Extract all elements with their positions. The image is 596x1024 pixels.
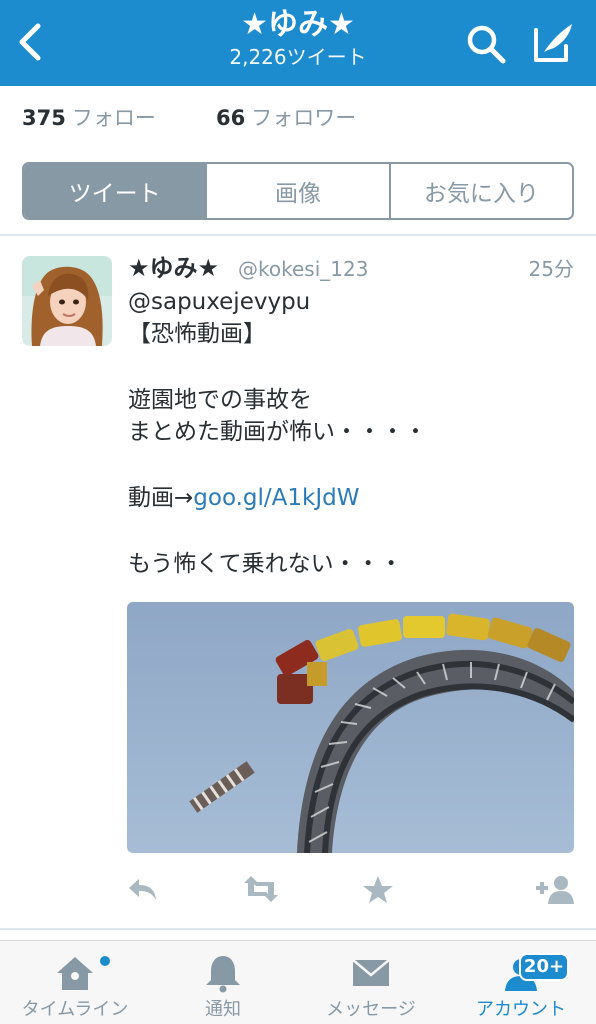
compose-tweet-icon[interactable] bbox=[530, 20, 578, 66]
profile-tabs: ツイート 画像 お気に入り bbox=[22, 162, 574, 220]
notifications-bell-icon bbox=[206, 956, 240, 993]
timeline-new-indicator-dot bbox=[100, 956, 110, 966]
followers-count: 66 bbox=[216, 106, 246, 130]
divider bbox=[0, 928, 596, 930]
following-count: 375 bbox=[22, 106, 66, 130]
divider bbox=[0, 234, 596, 236]
tab-messages-label: メッセージ bbox=[326, 999, 416, 1020]
tweet-timestamp: 25分 bbox=[528, 257, 574, 281]
tweet-author-handle[interactable]: @kokesi_123 bbox=[238, 255, 368, 283]
tweet-link[interactable]: goo.gl/A1kJdW bbox=[193, 485, 359, 511]
retweet-icon[interactable] bbox=[242, 874, 280, 904]
tab-account-label: アカウント bbox=[476, 999, 566, 1020]
tweet-text: @sapuxejevypu 【恐怖動画】 遊園地での事故を まとめた動画が怖い・… bbox=[128, 286, 578, 580]
tweet-line: 【恐怖動画】 bbox=[128, 321, 266, 347]
follow-add-user-icon[interactable] bbox=[534, 874, 574, 904]
tweet-line: まとめた動画が怖い・・・・ bbox=[128, 419, 427, 445]
tab-favorites[interactable]: お気に入り bbox=[391, 164, 572, 218]
tab-timeline-label: タイムライン bbox=[21, 999, 129, 1020]
tweet-line: 動画→ bbox=[128, 485, 194, 511]
nav-bar: ★ゆみ★ 2,226ツイート bbox=[0, 0, 596, 86]
home-icon bbox=[57, 957, 93, 990]
tweet-line: もう怖くて乗れない・・・ bbox=[128, 551, 403, 577]
following-stat[interactable]: 375 フォロー bbox=[22, 104, 156, 132]
following-label: フォロー bbox=[71, 106, 156, 130]
reply-icon[interactable] bbox=[126, 874, 160, 904]
tab-notifications[interactable]: 通知 bbox=[150, 941, 296, 1024]
followers-stat[interactable]: 66 フォロワー bbox=[216, 104, 356, 132]
tab-messages[interactable]: メッセージ bbox=[296, 941, 446, 1024]
avatar[interactable] bbox=[22, 256, 112, 346]
bottom-tab-bar: タイムライン 通知 メッセージ アカウント bbox=[0, 940, 596, 1024]
followers-label: フォロワー bbox=[251, 106, 357, 130]
tab-timeline[interactable]: タイムライン bbox=[0, 941, 150, 1024]
messages-envelope-icon bbox=[352, 959, 390, 986]
tab-tweets[interactable]: ツイート bbox=[24, 164, 208, 218]
tweet-author-name[interactable]: ★ゆみ★ bbox=[128, 252, 219, 284]
follow-stats: 375 フォロー 66 フォロワー bbox=[0, 86, 596, 150]
search-icon[interactable] bbox=[464, 22, 508, 66]
tab-account[interactable]: アカウント bbox=[446, 941, 596, 1024]
tab-images[interactable]: 画像 bbox=[207, 164, 391, 218]
account-notification-badge: 20+ bbox=[519, 953, 569, 981]
tweet-media-image[interactable] bbox=[127, 602, 574, 853]
tweet-actions bbox=[0, 868, 596, 912]
tweet-line: 遊園地での事故を bbox=[128, 387, 312, 413]
favorite-star-icon[interactable] bbox=[361, 874, 395, 904]
tweet-mention[interactable]: @sapuxejevypu bbox=[128, 289, 310, 315]
tab-notifications-label: 通知 bbox=[205, 999, 241, 1020]
